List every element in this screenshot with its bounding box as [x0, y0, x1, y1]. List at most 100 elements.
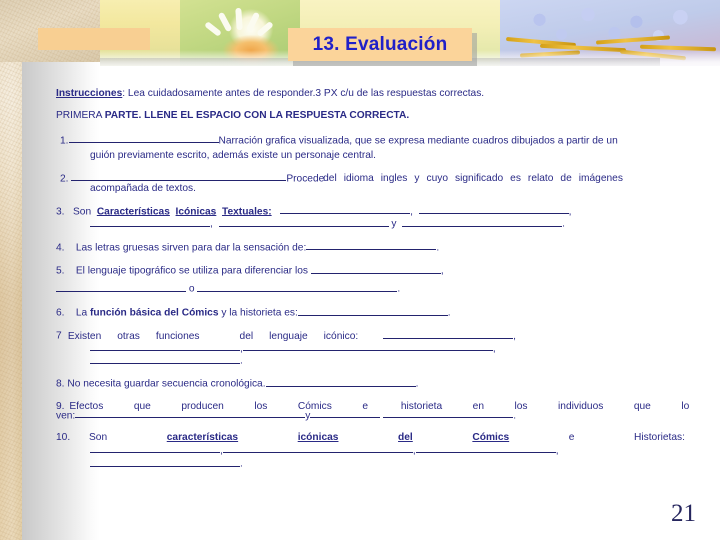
q5-blank-2[interactable]	[56, 282, 186, 293]
q7-blank-3[interactable]	[242, 342, 493, 352]
q2-w1: Procede	[286, 173, 325, 185]
q3-y: y	[391, 218, 397, 230]
left-texture-strip	[0, 0, 22, 540]
q2-w10: de	[560, 173, 572, 185]
q3-blank-5[interactable]	[402, 217, 563, 227]
page-title: 13. Evaluación	[312, 33, 448, 55]
q2-w6: cuyo	[426, 173, 449, 185]
q2-w2: del	[323, 173, 337, 185]
q8-blank-1[interactable]	[265, 377, 416, 388]
q1-number: 1.	[60, 135, 69, 147]
q10-blank-2[interactable]	[222, 444, 413, 454]
q9-w10: individuos	[558, 400, 604, 412]
q6-la: La	[75, 307, 90, 319]
q2-w9: relato	[527, 173, 554, 185]
question-1-cont: guión previamente escrito, además existe…	[56, 150, 702, 163]
question-1: 1. Narración grafica visualizada, que se …	[56, 134, 702, 148]
worksheet-body: Instrucciones: Lea cuidadosamente antes …	[56, 88, 702, 488]
q8-text: No necesita guardar secuencia cronológic…	[67, 379, 266, 391]
q10-blank-3[interactable]	[415, 444, 556, 454]
question-3-cont: , y .	[56, 217, 702, 231]
question-6: 6. La función básica del Cómics y la his…	[56, 306, 702, 320]
q10-period: .	[240, 458, 243, 470]
question-7-cont-b: .	[56, 354, 702, 368]
q9-blank-1[interactable]	[75, 409, 306, 419]
q3-blank-4[interactable]	[218, 217, 389, 227]
q3-comma-3: ,	[210, 218, 213, 230]
q7-comma-1: ,	[513, 330, 516, 342]
q3-term-3: Textuales:	[222, 206, 272, 218]
question-8: 8. No necesita guardar secuencia cronoló…	[56, 377, 702, 391]
q2-line2: acompañada de textos.	[90, 183, 196, 195]
q3-comma-1: ,	[410, 206, 413, 218]
instructions-label: Instrucciones	[56, 88, 123, 99]
slide-canvas: 13. Evaluación Instrucciones: Lea cuidad…	[0, 0, 720, 540]
q7-blank-4[interactable]	[90, 354, 240, 364]
q1-line1: Narración grafica visualizada, que se ex…	[218, 135, 618, 147]
q3-blank-3[interactable]	[90, 217, 210, 227]
q10-comma-3: ,	[555, 445, 559, 457]
q1-line2: guión previamente escrito, además existe…	[90, 149, 376, 161]
q7-number: 7	[56, 330, 62, 342]
q7-blank-2[interactable]	[90, 342, 240, 352]
q4-text: Las letras gruesas sirven para dar la se…	[75, 242, 307, 254]
question-5-cont: o .	[56, 282, 702, 296]
q3-period: .	[562, 218, 565, 230]
q4-blank-1[interactable]	[306, 241, 437, 251]
q3-blank-2[interactable]	[418, 205, 569, 215]
q10-tail: Historietas:	[634, 432, 685, 444]
question-5: 5. El lenguaje tipográfico se utiliza pa…	[56, 264, 702, 278]
q9-blank-3[interactable]	[383, 409, 514, 419]
q6-number: 6.	[56, 307, 65, 319]
q5-number: 5.	[56, 265, 65, 277]
q9-w9: los	[514, 400, 528, 412]
q2-w7: significado	[455, 173, 504, 185]
q3-number: 3.	[56, 206, 65, 218]
part-bold-text: PARTE. LLENE EL ESPACIO CON LA RESPUESTA…	[104, 109, 410, 121]
q3-son: Son	[73, 206, 92, 218]
q5-comma: ,	[440, 265, 444, 277]
q2-w5: y	[414, 173, 420, 185]
q2-w4: ingles	[380, 173, 408, 185]
q9-period: .	[513, 410, 517, 422]
q6-period: .	[447, 307, 451, 319]
q3-blank-1[interactable]	[280, 205, 411, 215]
q2-w11: imágenes	[578, 173, 623, 185]
part-prefix: PRIMERA	[56, 109, 105, 121]
q6-bold-term: función básica del Cómics	[90, 307, 219, 319]
q9-line2-lead: ven:	[56, 410, 76, 422]
instructions-line: Instrucciones: Lea cuidadosamente antes …	[56, 88, 702, 101]
q10-e: e	[568, 432, 575, 444]
q4-period: .	[436, 242, 440, 254]
q8-period: .	[415, 379, 419, 391]
q3-term-1: Características	[96, 206, 170, 218]
q10-number: 10.	[56, 432, 71, 444]
q2-w3: idioma	[343, 173, 374, 185]
q6-blank-1[interactable]	[297, 306, 448, 316]
q9-w11: que	[633, 400, 651, 412]
q10-blank-1[interactable]	[90, 444, 220, 454]
question-4: 4. Las letras gruesas sirven para dar la…	[56, 241, 702, 255]
q1-blank-1[interactable]	[68, 134, 219, 144]
banner-peach-bar	[38, 28, 150, 50]
q9-blank-2[interactable]	[310, 409, 381, 419]
q5-blank-3[interactable]	[197, 282, 398, 293]
part-heading-line: PRIMERA PARTE. LLENE EL ESPACIO CON LA R…	[56, 110, 702, 123]
page-number: 21	[671, 500, 696, 527]
q3-term-2: Icónicas	[175, 206, 217, 218]
q2-number: 2.	[60, 173, 69, 185]
q7-comma-3: ,	[492, 343, 496, 355]
q5-blank-1[interactable]	[310, 264, 441, 274]
q10-blank-4[interactable]	[90, 457, 240, 467]
q5-period: .	[397, 284, 401, 296]
q5-text: El lenguaje tipográfico se utiliza para …	[75, 265, 309, 277]
q4-number: 4.	[56, 242, 65, 254]
question-10-cont-b: .	[56, 457, 702, 471]
instructions-text: Lea cuidadosamente antes de responder.3 …	[125, 88, 485, 99]
q7-period: .	[240, 355, 243, 367]
q8-number: 8.	[56, 379, 65, 391]
question-10-cont-a: ,,,	[56, 444, 702, 458]
q2-blank-1[interactable]	[71, 172, 287, 182]
q5-o: o	[188, 284, 195, 296]
q7-blank-1[interactable]	[383, 329, 514, 339]
